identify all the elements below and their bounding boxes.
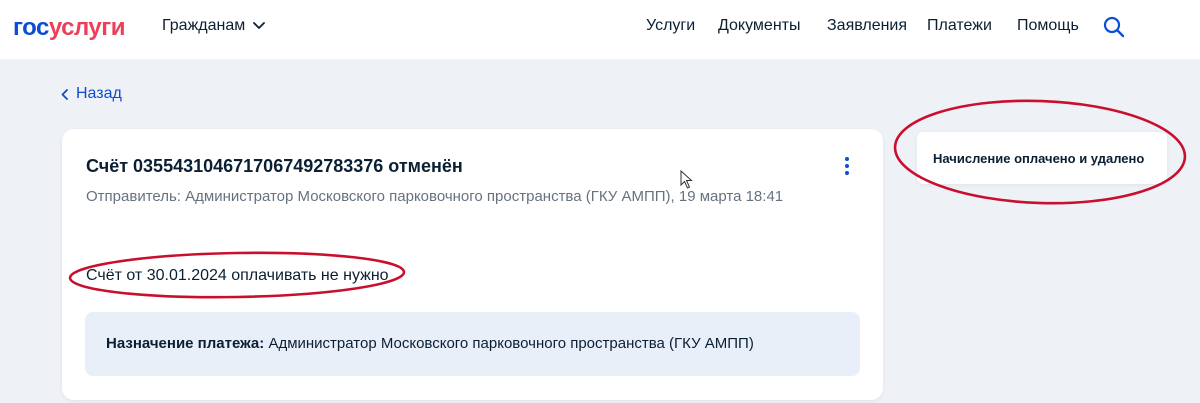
more-options-icon[interactable]	[842, 157, 852, 177]
nav-payments[interactable]: Платежи	[927, 17, 992, 35]
audience-menu-label: Гражданам	[162, 17, 246, 34]
nav-applications[interactable]: Заявления	[827, 17, 907, 35]
logo-part-gos: гос	[13, 14, 49, 41]
bill-status-text: Счёт от 30.01.2024 оплачивать не нужно	[86, 267, 389, 284]
search-icon[interactable]	[1103, 16, 1125, 38]
charge-status-text: Начисление оплачено и удалено	[933, 151, 1145, 166]
bill-title: Счёт 0355431046717067492783376 отменён	[86, 156, 463, 176]
payment-purpose-label: Назначение платежа:	[106, 335, 265, 352]
header: госуслуги Гражданам Услуги Документы Зая…	[0, 0, 1200, 59]
logo-part-uslugi: услуги	[48, 14, 126, 41]
bill-sender: Отправитель: Администратор Московского п…	[86, 188, 784, 205]
back-link[interactable]: Назад	[61, 85, 122, 103]
bill-card: Счёт 0355431046717067492783376 отменён О…	[62, 129, 883, 400]
payment-purpose: Назначение платежа: Администратор Москов…	[106, 335, 754, 352]
charge-status-box: Начисление оплачено и удалено	[917, 132, 1167, 184]
nav-documents[interactable]: Документы	[718, 17, 800, 35]
mouse-pointer-icon	[680, 170, 693, 189]
nav-help[interactable]: Помощь	[1017, 17, 1079, 35]
chevron-down-icon	[253, 22, 266, 29]
chevron-left-icon	[61, 88, 68, 100]
nav-services[interactable]: Услуги	[646, 17, 695, 35]
back-link-label: Назад	[76, 85, 122, 102]
payment-purpose-box: Назначение платежа: Администратор Москов…	[85, 312, 860, 376]
audience-menu[interactable]: Гражданам	[162, 17, 266, 35]
gosuslugi-logo[interactable]: госуслуги	[13, 14, 126, 42]
payment-purpose-value: Администратор Московского парковочного п…	[268, 335, 754, 352]
